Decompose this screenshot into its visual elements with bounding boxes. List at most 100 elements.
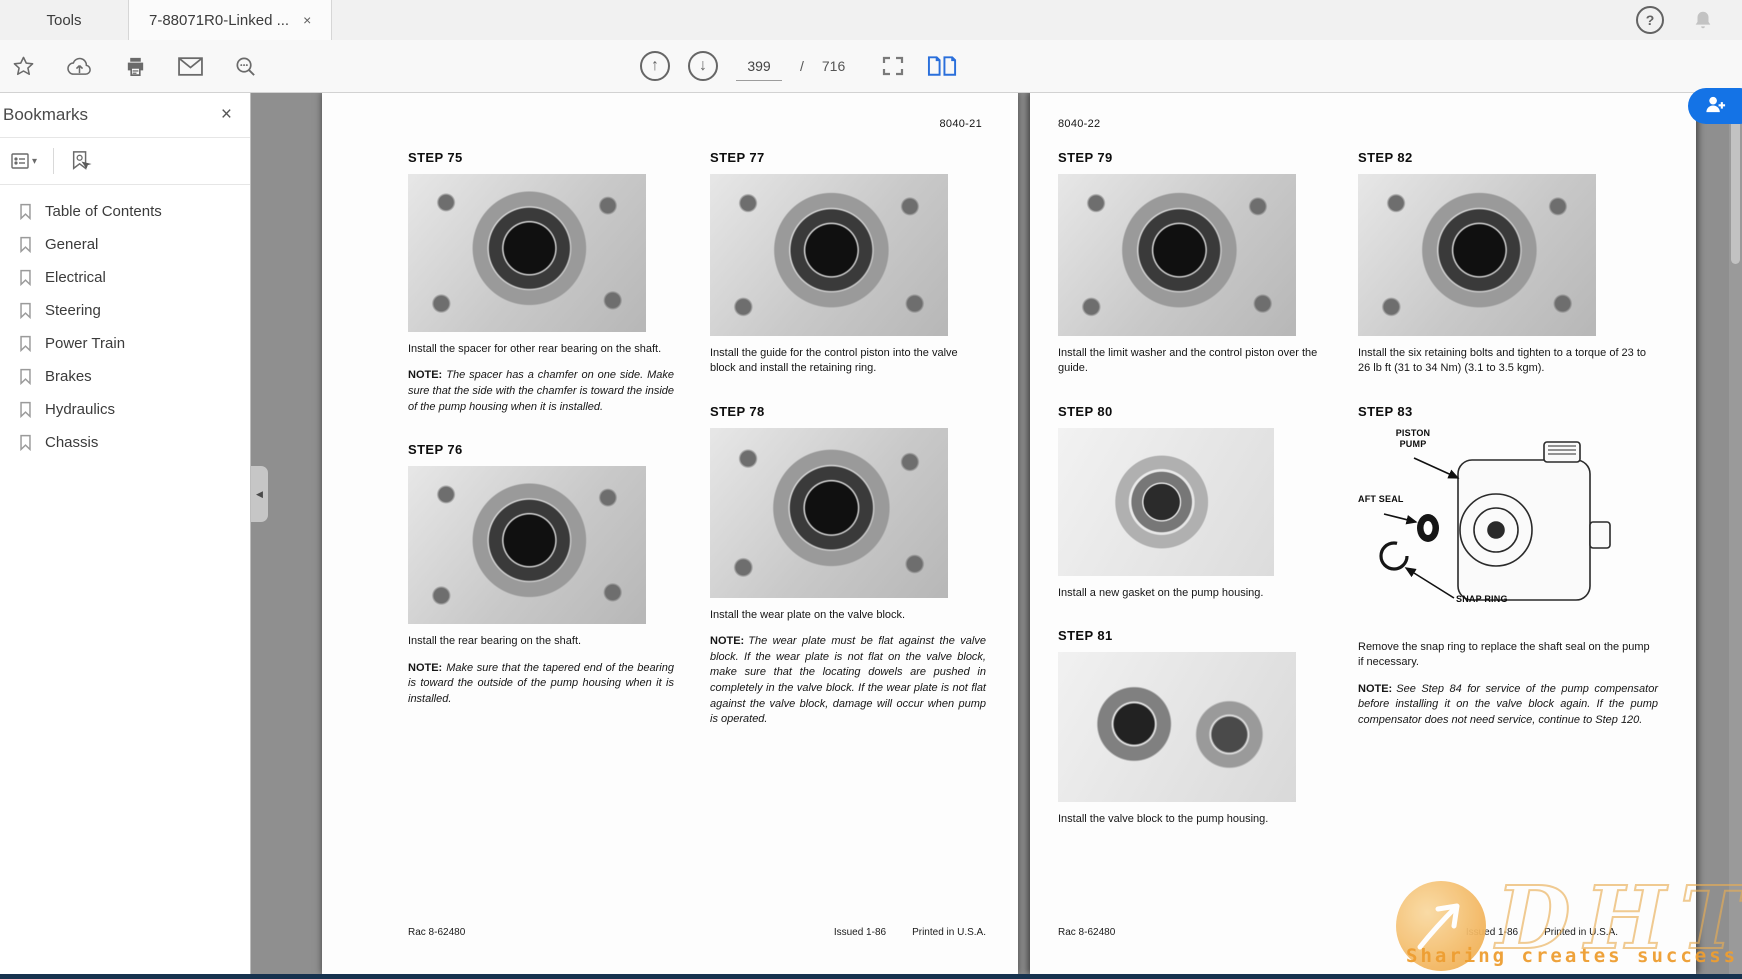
note-label: NOTE:: [408, 662, 442, 674]
page-footer: Rac 8-62480 Issued 1-86 Printed in U.S.A…: [408, 927, 986, 938]
tab-bar: Tools 7-88071R0-Linked ... × ?: [0, 0, 1742, 41]
step-82: STEP 82 Install the six retaining bolts …: [1358, 150, 1658, 377]
bookmark-icon: [19, 302, 32, 319]
step-caption: Install the limit washer and the control…: [1058, 346, 1330, 377]
label-piston-pump: PISTON PUMP: [1388, 428, 1438, 451]
tab-tools[interactable]: Tools: [0, 0, 129, 40]
pump-diagram: PISTON PUMP AFT SEAL SNAP RING: [1358, 428, 1616, 630]
document-canvas[interactable]: 8040-21 STEP 75 Install the spacer for o…: [250, 92, 1742, 979]
bookmarks-header: Bookmarks ×: [0, 92, 250, 138]
bookmark-icon: [19, 368, 32, 385]
bookmark-item-chassis[interactable]: Chassis: [0, 426, 250, 459]
step-photo: [408, 466, 646, 624]
bottom-bar: [0, 974, 1742, 979]
email-icon[interactable]: [176, 55, 205, 78]
bookmark-item-label: General: [45, 236, 98, 253]
cloud-upload-icon[interactable]: [64, 54, 95, 79]
step-caption: Install the guide for the control piston…: [710, 346, 986, 377]
step-81: STEP 81 Install the valve block to the p…: [1058, 628, 1330, 827]
tab-close-icon[interactable]: ×: [303, 13, 311, 27]
step-83: STEP 83: [1358, 404, 1658, 729]
person-plus-icon: [1704, 93, 1727, 119]
help-icon[interactable]: ?: [1636, 6, 1664, 34]
step-title: STEP 77: [710, 150, 986, 165]
step-title: STEP 78: [710, 404, 986, 419]
up-arrow-icon: ↑: [651, 57, 659, 75]
print-icon[interactable]: [122, 53, 149, 80]
bookmark-item-general[interactable]: General: [0, 228, 250, 261]
bookmarks-list: Table of Contents General Electrical Ste…: [0, 185, 250, 459]
bookmark-item-label: Electrical: [45, 269, 106, 286]
toolbar-left-icons: [10, 40, 259, 92]
page-navigation: ↑ ↓ / 716: [640, 40, 960, 92]
left-page: 8040-21 STEP 75 Install the spacer for o…: [322, 92, 1018, 974]
new-bookmark-icon[interactable]: [68, 148, 94, 174]
note-label: NOTE:: [1358, 683, 1392, 695]
step-80: STEP 80 Install a new gasket on the pump…: [1058, 404, 1330, 601]
note-text: See Step 84 for service of the pump comp…: [1358, 683, 1658, 726]
bookmarks-panel: Bookmarks × ▾ Table of Contents General …: [0, 92, 251, 979]
step-title: STEP 76: [408, 442, 674, 457]
next-page-button[interactable]: ↓: [688, 51, 718, 81]
caret-down-icon: ▾: [32, 156, 37, 167]
step-title: STEP 80: [1058, 404, 1330, 419]
share-button[interactable]: [1688, 88, 1742, 124]
step-note: NOTE:The wear plate must be flat against…: [710, 634, 986, 728]
step-title: STEP 82: [1358, 150, 1658, 165]
star-icon[interactable]: [10, 53, 37, 80]
note-text: Make sure that the tapered end of the be…: [408, 662, 674, 705]
page-display-icon[interactable]: [879, 52, 907, 80]
bookmark-options-icon[interactable]: ▾: [8, 149, 39, 173]
down-arrow-icon: ↓: [699, 57, 707, 75]
bookmark-item-brakes[interactable]: Brakes: [0, 360, 250, 393]
collapse-left-icon: ◀: [256, 489, 263, 500]
close-panel-icon[interactable]: ×: [217, 105, 236, 124]
step-photo: [1058, 428, 1274, 576]
tabbar-right-icons: ?: [1636, 0, 1716, 40]
bookmarks-toolbar: ▾: [0, 138, 250, 185]
footer-doc-number: Rac 8-62480: [408, 927, 834, 938]
toolbar: ↑ ↓ / 716: [0, 40, 1742, 93]
bookmark-item-power-train[interactable]: Power Train: [0, 327, 250, 360]
bookmark-item-steering[interactable]: Steering: [0, 294, 250, 327]
toolbar-divider: [53, 148, 54, 174]
step-note: NOTE:See Step 84 for service of the pump…: [1358, 682, 1658, 729]
bookmark-icon: [19, 434, 32, 451]
step-title: STEP 81: [1058, 628, 1330, 643]
step-76: STEP 76 Install the rear bearing on the …: [408, 442, 674, 707]
page-divider: /: [800, 58, 804, 74]
bookmark-item-hydraulics[interactable]: Hydraulics: [0, 393, 250, 426]
bookmark-item-label: Hydraulics: [45, 401, 115, 418]
page-footer: Rac 8-62480 Issued 1-86 Printed in U.S.A…: [1058, 927, 1618, 938]
step-photo: [710, 174, 948, 336]
page-number-input[interactable]: [736, 52, 782, 81]
collapse-sidebar-button[interactable]: ◀: [251, 466, 268, 522]
bookmark-icon: [19, 335, 32, 352]
bookmark-item-electrical[interactable]: Electrical: [0, 261, 250, 294]
footer-printed: Printed in U.S.A.: [912, 927, 986, 938]
page-number-header: 8040-21: [940, 118, 982, 130]
tab-tools-label: Tools: [46, 12, 81, 29]
step-title: STEP 79: [1058, 150, 1330, 165]
step-photo: [1058, 652, 1296, 802]
bookmark-item-label: Brakes: [45, 368, 92, 385]
step-caption: Install the spacer for other rear bearin…: [408, 342, 674, 357]
step-caption: Install the valve block to the pump hous…: [1058, 812, 1330, 827]
two-page-view-icon[interactable]: [925, 53, 960, 79]
search-icon[interactable]: [232, 53, 259, 80]
bookmarks-title: Bookmarks: [3, 105, 217, 125]
bookmark-item-label: Power Train: [45, 335, 125, 352]
bookmark-icon: [19, 269, 32, 286]
vertical-scrollbar[interactable]: [1729, 92, 1742, 974]
step-note: NOTE:The spacer has a chamfer on one sid…: [408, 368, 674, 415]
step-photo: [1358, 174, 1596, 336]
step-75: STEP 75 Install the spacer for other rea…: [408, 150, 674, 415]
label-snap-ring: SNAP RING: [1456, 594, 1528, 605]
bell-icon[interactable]: [1690, 7, 1716, 33]
step-77: STEP 77 Install the guide for the contro…: [710, 150, 986, 377]
previous-page-button[interactable]: ↑: [640, 51, 670, 81]
step-title: STEP 75: [408, 150, 674, 165]
tab-document[interactable]: 7-88071R0-Linked ... ×: [129, 0, 332, 40]
bookmark-item-label: Steering: [45, 302, 101, 319]
bookmark-item-table-of-contents[interactable]: Table of Contents: [0, 195, 250, 228]
